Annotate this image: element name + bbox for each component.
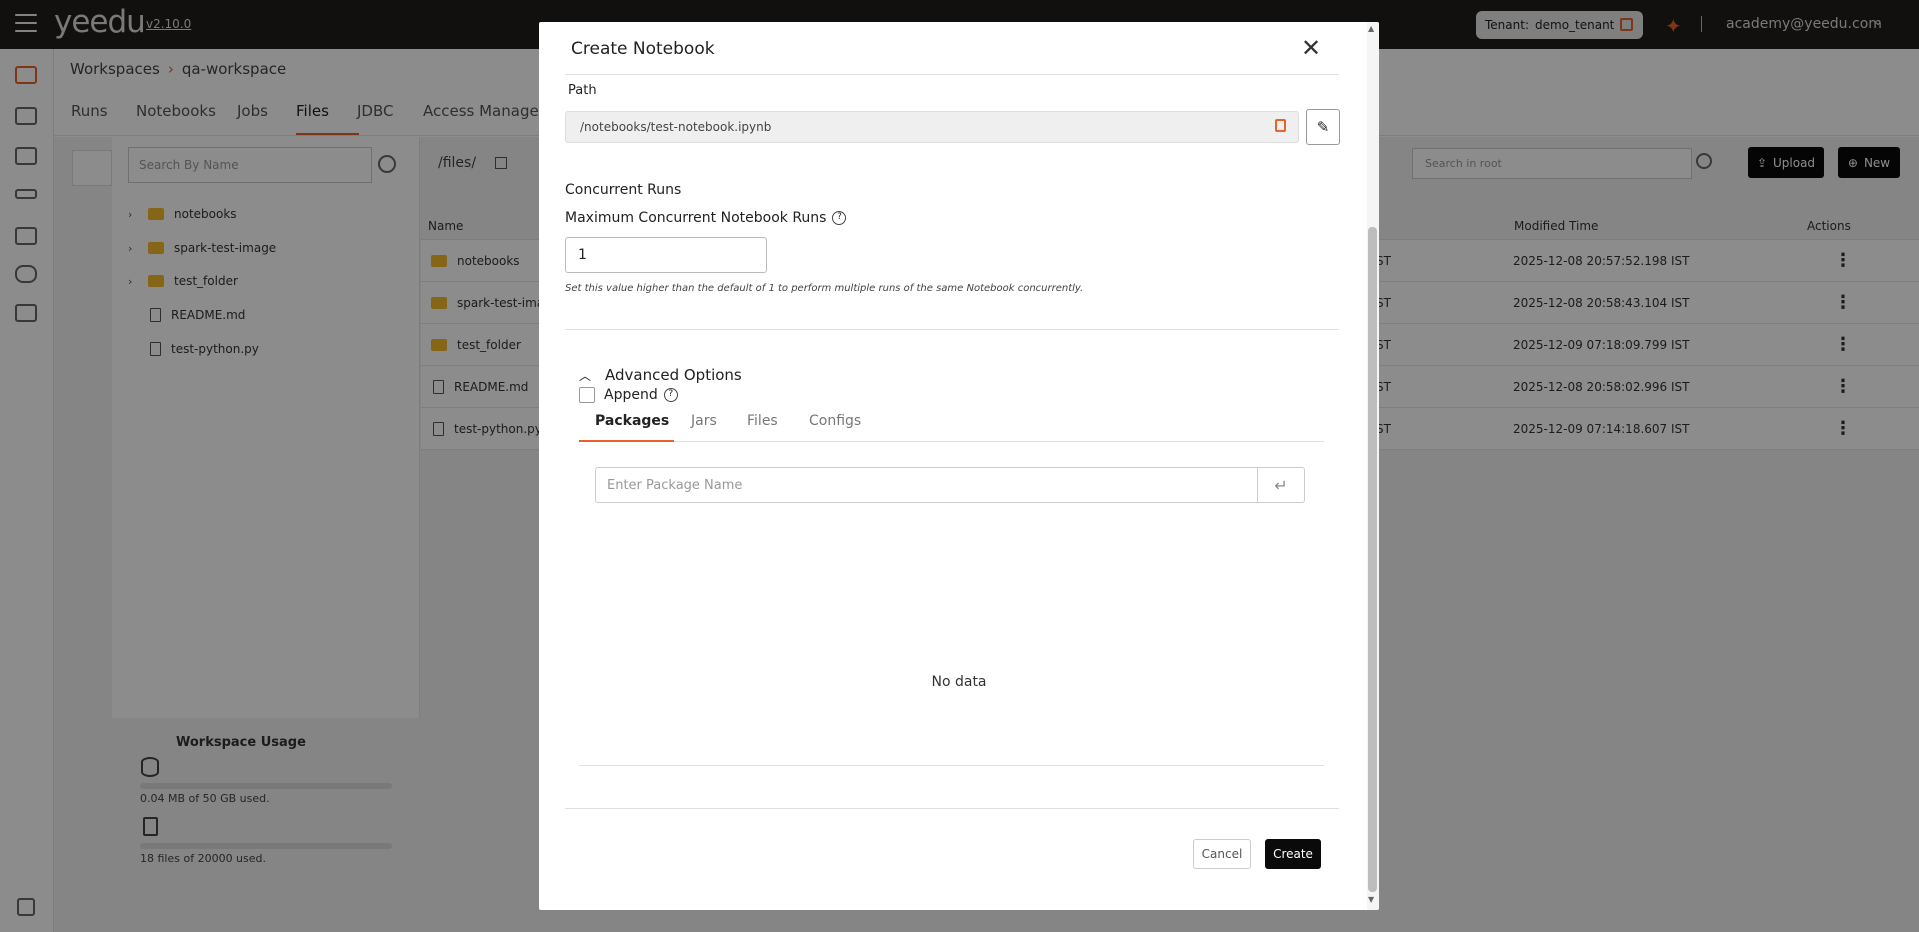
package-name-input[interactable]: Enter Package Name: [595, 467, 1258, 503]
create-notebook-dialog: Create Notebook ✕ Path /notebooks/test-n…: [539, 22, 1379, 910]
chevron-up-icon: ︿: [579, 368, 592, 383]
max-runs-input[interactable]: 1: [565, 237, 767, 273]
create-button[interactable]: Create: [1265, 839, 1321, 869]
path-field[interactable]: /notebooks/test-notebook.ipynb: [565, 111, 1299, 143]
active-tab-indicator: [579, 440, 674, 442]
scroll-down-icon[interactable]: ▼: [1368, 895, 1374, 904]
cancel-button[interactable]: Cancel: [1193, 839, 1251, 869]
max-runs-hint: Set this value higher than the default o…: [565, 283, 1084, 294]
divider: [565, 74, 1339, 75]
advanced-options-label: Advanced Options: [605, 366, 742, 384]
tab-configs[interactable]: Configs: [809, 413, 861, 429]
advanced-options-toggle[interactable]: ︿ Advanced Options: [579, 366, 742, 384]
divider: [579, 765, 1324, 766]
help-icon[interactable]: ?: [832, 211, 847, 225]
tab-files[interactable]: Files: [747, 413, 778, 429]
enter-icon: ↵: [1274, 475, 1288, 495]
tab-packages[interactable]: Packages: [595, 413, 669, 429]
empty-state: No data: [931, 674, 987, 690]
edit-path-button[interactable]: ✎: [1306, 109, 1340, 145]
max-runs-label: Maximum Concurrent Notebook Runs?: [565, 210, 847, 226]
tab-jars[interactable]: Jars: [691, 413, 717, 429]
concurrent-runs-heading: Concurrent Runs: [565, 182, 682, 198]
path-label: Path: [568, 83, 597, 98]
scroll-thumb[interactable]: [1368, 227, 1377, 892]
enter-button[interactable]: ↵: [1257, 467, 1305, 503]
max-runs-text: Maximum Concurrent Notebook Runs: [565, 210, 827, 226]
copy-icon[interactable]: [1275, 119, 1286, 132]
divider: [565, 808, 1339, 809]
advanced-tabs: Packages Jars Files Configs: [579, 400, 1324, 442]
scroll-up-icon[interactable]: ▲: [1368, 24, 1374, 33]
divider: [565, 329, 1339, 330]
close-icon[interactable]: ✕: [1301, 34, 1321, 62]
dialog-title: Create Notebook: [571, 39, 715, 59]
pencil-icon: ✎: [1316, 118, 1330, 136]
